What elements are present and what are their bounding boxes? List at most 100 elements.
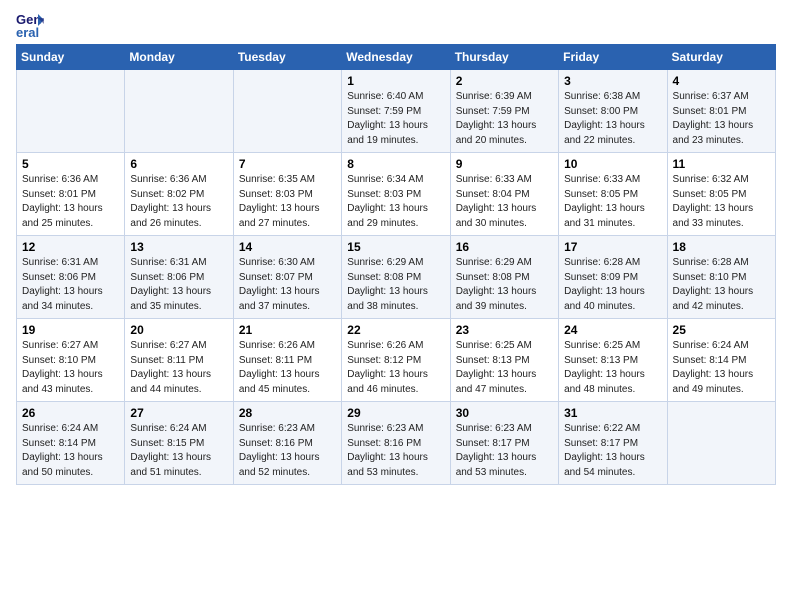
day-info: Sunrise: 6:39 AM Sunset: 7:59 PM Dayligh… (456, 90, 553, 148)
calendar-cell: 29 Sunrise: 6:23 AM Sunset: 8:16 PM Dayli… (342, 402, 450, 485)
calendar-page: Gen eral SundayMondayTuesdayWednesdayThu… (0, 0, 792, 612)
day-number: 23 (456, 323, 553, 337)
calendar-cell: 15 Sunrise: 6:29 AM Sunset: 8:08 PM Dayli… (342, 236, 450, 319)
calendar-cell (667, 402, 775, 485)
calendar-cell: 31 Sunrise: 6:22 AM Sunset: 8:17 PM Dayli… (559, 402, 667, 485)
day-header-sunday: Sunday (17, 45, 125, 70)
day-number: 2 (456, 74, 553, 88)
day-number: 3 (564, 74, 661, 88)
header: Gen eral (16, 10, 776, 38)
day-header-friday: Friday (559, 45, 667, 70)
calendar-cell: 1 Sunrise: 6:40 AM Sunset: 7:59 PM Daylig… (342, 70, 450, 153)
calendar-cell: 11 Sunrise: 6:32 AM Sunset: 8:05 PM Dayli… (667, 153, 775, 236)
calendar-cell: 10 Sunrise: 6:33 AM Sunset: 8:05 PM Dayli… (559, 153, 667, 236)
day-info: Sunrise: 6:38 AM Sunset: 8:00 PM Dayligh… (564, 90, 661, 148)
day-number: 20 (130, 323, 227, 337)
day-number: 7 (239, 157, 336, 171)
day-info: Sunrise: 6:37 AM Sunset: 8:01 PM Dayligh… (673, 90, 770, 148)
day-number: 31 (564, 406, 661, 420)
day-number: 25 (673, 323, 770, 337)
day-number: 4 (673, 74, 770, 88)
calendar-cell: 21 Sunrise: 6:26 AM Sunset: 8:11 PM Dayli… (233, 319, 341, 402)
calendar-cell: 13Sunrise: 6:31 AM Sunset: 8:06 PM Dayli… (125, 236, 233, 319)
day-header-wednesday: Wednesday (342, 45, 450, 70)
day-info: Sunrise: 6:22 AM Sunset: 8:17 PM Dayligh… (564, 422, 661, 480)
day-number: 8 (347, 157, 444, 171)
day-info: Sunrise: 6:26 AM Sunset: 8:12 PM Dayligh… (347, 339, 444, 397)
day-info: Sunrise: 6:36 AM Sunset: 8:01 PM Dayligh… (22, 173, 119, 231)
day-info: Sunrise: 6:28 AM Sunset: 8:09 PM Dayligh… (564, 256, 661, 314)
week-row: 19Sunrise: 6:27 AM Sunset: 8:10 PM Dayli… (17, 319, 776, 402)
week-row: 5 Sunrise: 6:36 AM Sunset: 8:01 PM Daylig… (17, 153, 776, 236)
calendar-cell: 14 Sunrise: 6:30 AM Sunset: 8:07 PM Dayli… (233, 236, 341, 319)
calendar-cell: 23 Sunrise: 6:25 AM Sunset: 8:13 PM Dayli… (450, 319, 558, 402)
calendar-cell: 19Sunrise: 6:27 AM Sunset: 8:10 PM Dayli… (17, 319, 125, 402)
day-number: 15 (347, 240, 444, 254)
calendar-cell: 3 Sunrise: 6:38 AM Sunset: 8:00 PM Daylig… (559, 70, 667, 153)
day-info: Sunrise: 6:24 AM Sunset: 8:15 PM Dayligh… (130, 422, 227, 480)
calendar-cell: 6Sunrise: 6:36 AM Sunset: 8:02 PM Daylig… (125, 153, 233, 236)
day-number: 1 (347, 74, 444, 88)
logo: Gen eral (16, 10, 46, 38)
day-number: 30 (456, 406, 553, 420)
day-number: 22 (347, 323, 444, 337)
day-number: 28 (239, 406, 336, 420)
calendar-cell: 8Sunrise: 6:34 AM Sunset: 8:03 PM Daylig… (342, 153, 450, 236)
calendar-cell: 2 Sunrise: 6:39 AM Sunset: 7:59 PM Daylig… (450, 70, 558, 153)
day-info: Sunrise: 6:36 AM Sunset: 8:02 PM Dayligh… (130, 173, 227, 231)
calendar-cell (125, 70, 233, 153)
day-number: 10 (564, 157, 661, 171)
day-number: 5 (22, 157, 119, 171)
svg-text:eral: eral (16, 25, 39, 38)
calendar-cell (17, 70, 125, 153)
calendar-cell: 17 Sunrise: 6:28 AM Sunset: 8:09 PM Dayli… (559, 236, 667, 319)
day-info: Sunrise: 6:24 AM Sunset: 8:14 PM Dayligh… (673, 339, 770, 397)
calendar-cell (233, 70, 341, 153)
day-info: Sunrise: 6:31 AM Sunset: 8:06 PM Dayligh… (22, 256, 119, 314)
day-header-saturday: Saturday (667, 45, 775, 70)
week-row: 26 Sunrise: 6:24 AM Sunset: 8:14 PM Dayli… (17, 402, 776, 485)
calendar-table: SundayMondayTuesdayWednesdayThursdayFrid… (16, 44, 776, 485)
day-number: 11 (673, 157, 770, 171)
calendar-cell: 30 Sunrise: 6:23 AM Sunset: 8:17 PM Dayli… (450, 402, 558, 485)
day-number: 16 (456, 240, 553, 254)
day-info: Sunrise: 6:29 AM Sunset: 8:08 PM Dayligh… (347, 256, 444, 314)
day-info: Sunrise: 6:25 AM Sunset: 8:13 PM Dayligh… (456, 339, 553, 397)
day-header-tuesday: Tuesday (233, 45, 341, 70)
day-info: Sunrise: 6:24 AM Sunset: 8:14 PM Dayligh… (22, 422, 119, 480)
day-info: Sunrise: 6:25 AM Sunset: 8:13 PM Dayligh… (564, 339, 661, 397)
day-info: Sunrise: 6:31 AM Sunset: 8:06 PM Dayligh… (130, 256, 227, 314)
day-number: 9 (456, 157, 553, 171)
day-info: Sunrise: 6:32 AM Sunset: 8:05 PM Dayligh… (673, 173, 770, 231)
week-row: 1 Sunrise: 6:40 AM Sunset: 7:59 PM Daylig… (17, 70, 776, 153)
day-number: 27 (130, 406, 227, 420)
day-info: Sunrise: 6:23 AM Sunset: 8:17 PM Dayligh… (456, 422, 553, 480)
day-number: 17 (564, 240, 661, 254)
header-row: SundayMondayTuesdayWednesdayThursdayFrid… (17, 45, 776, 70)
day-number: 26 (22, 406, 119, 420)
day-info: Sunrise: 6:23 AM Sunset: 8:16 PM Dayligh… (347, 422, 444, 480)
day-number: 19 (22, 323, 119, 337)
day-number: 21 (239, 323, 336, 337)
day-number: 29 (347, 406, 444, 420)
day-info: Sunrise: 6:33 AM Sunset: 8:05 PM Dayligh… (564, 173, 661, 231)
day-info: Sunrise: 6:28 AM Sunset: 8:10 PM Dayligh… (673, 256, 770, 314)
day-info: Sunrise: 6:40 AM Sunset: 7:59 PM Dayligh… (347, 90, 444, 148)
day-info: Sunrise: 6:23 AM Sunset: 8:16 PM Dayligh… (239, 422, 336, 480)
day-info: Sunrise: 6:26 AM Sunset: 8:11 PM Dayligh… (239, 339, 336, 397)
calendar-cell: 27 Sunrise: 6:24 AM Sunset: 8:15 PM Dayli… (125, 402, 233, 485)
day-info: Sunrise: 6:29 AM Sunset: 8:08 PM Dayligh… (456, 256, 553, 314)
calendar-cell: 24 Sunrise: 6:25 AM Sunset: 8:13 PM Dayli… (559, 319, 667, 402)
calendar-cell: 5 Sunrise: 6:36 AM Sunset: 8:01 PM Daylig… (17, 153, 125, 236)
calendar-cell: 4 Sunrise: 6:37 AM Sunset: 8:01 PM Daylig… (667, 70, 775, 153)
day-info: Sunrise: 6:33 AM Sunset: 8:04 PM Dayligh… (456, 173, 553, 231)
day-number: 14 (239, 240, 336, 254)
day-header-thursday: Thursday (450, 45, 558, 70)
day-number: 12 (22, 240, 119, 254)
calendar-cell: 20Sunrise: 6:27 AM Sunset: 8:11 PM Dayli… (125, 319, 233, 402)
week-row: 12 Sunrise: 6:31 AM Sunset: 8:06 PM Dayli… (17, 236, 776, 319)
day-number: 24 (564, 323, 661, 337)
day-header-monday: Monday (125, 45, 233, 70)
logo-icon: Gen eral (16, 10, 44, 38)
day-info: Sunrise: 6:30 AM Sunset: 8:07 PM Dayligh… (239, 256, 336, 314)
